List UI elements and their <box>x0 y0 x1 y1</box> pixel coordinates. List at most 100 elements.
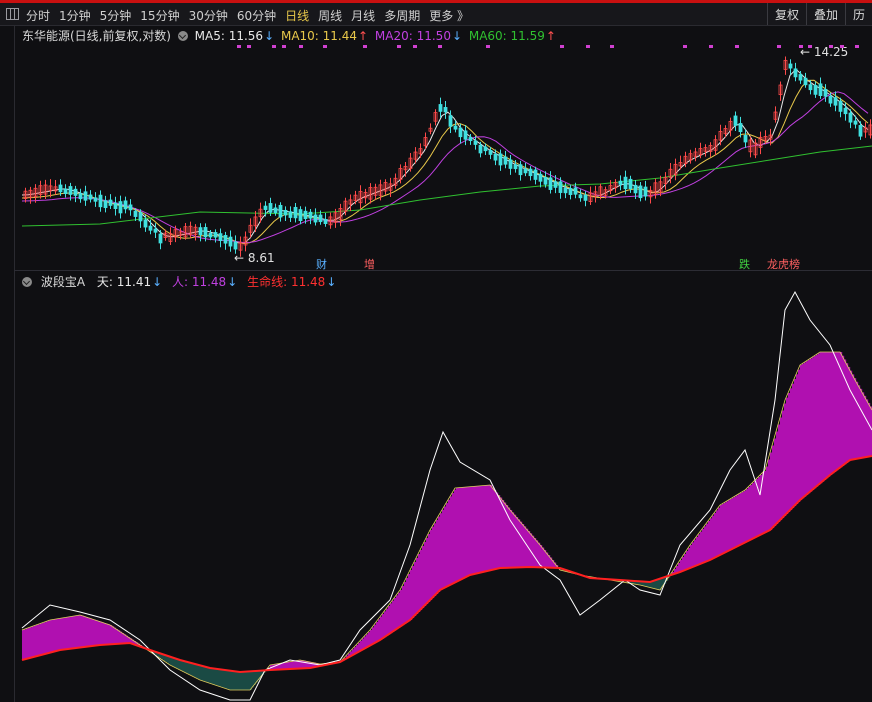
indicator-band <box>782 410 785 518</box>
candlestick-chart[interactable] <box>0 0 872 702</box>
indicator-band <box>780 417 783 520</box>
signal-dot <box>735 45 739 48</box>
indicator-band <box>290 661 293 669</box>
indicator-band <box>790 388 793 510</box>
indicator-band <box>68 617 71 649</box>
indicator-band <box>86 617 89 647</box>
indicator-band <box>410 570 413 620</box>
indicator-band <box>514 514 517 568</box>
candle-body <box>103 200 108 209</box>
indicator-band <box>228 670 231 690</box>
candle-body <box>818 83 823 97</box>
candle-body <box>528 168 533 177</box>
indicator-band <box>92 619 95 646</box>
indicator-band <box>420 550 423 610</box>
candle-body <box>68 186 73 195</box>
indicator-band <box>114 627 117 645</box>
indicator-band <box>810 358 813 492</box>
indicator-band <box>212 668 215 684</box>
signal-dot <box>486 45 490 48</box>
indicator-band <box>812 357 815 490</box>
indicator-band <box>750 485 753 540</box>
indicator-band <box>374 624 377 644</box>
signal-dot <box>683 45 687 48</box>
indicator-band <box>800 365 803 500</box>
candle-body <box>563 187 568 194</box>
indicator-band <box>830 352 833 475</box>
indicator-band <box>806 361 809 495</box>
indicator-band <box>76 615 79 648</box>
candle-body <box>488 150 493 155</box>
signal-dot <box>397 45 401 48</box>
indicator-band <box>742 491 745 544</box>
indicator-band <box>850 370 853 460</box>
indicator-band <box>450 496 453 585</box>
indicator-band <box>380 616 383 640</box>
indicator-band <box>444 506 447 588</box>
indicator-band <box>524 526 527 568</box>
indicator-band <box>860 388 863 459</box>
indicator-band <box>754 481 757 538</box>
indicator-band <box>188 662 191 674</box>
indicator-band <box>496 492 499 569</box>
candle-body <box>808 84 813 91</box>
indicator-band <box>802 363 805 499</box>
indicator-band <box>206 666 209 682</box>
indicator-band <box>494 490 497 570</box>
signal-dot <box>709 45 713 48</box>
indicator-band <box>746 489 749 542</box>
indicator-band <box>484 485 487 572</box>
signal-dot <box>560 45 564 48</box>
indicator-band <box>776 431 779 524</box>
candle-body <box>228 236 233 247</box>
indicator-band <box>398 592 401 628</box>
indicator-band <box>720 505 723 555</box>
indicator-band <box>232 670 235 690</box>
indicator-band <box>70 616 73 649</box>
candle-body <box>813 85 818 95</box>
indicator-band <box>458 487 461 581</box>
indicator-band <box>730 499 733 550</box>
candle-body <box>293 206 298 219</box>
candle-body <box>793 68 798 78</box>
indicator-band <box>292 661 295 669</box>
signal-dot <box>855 45 859 48</box>
indicator-band <box>866 399 869 458</box>
candle-body <box>263 205 268 210</box>
indicator-band <box>794 379 797 506</box>
indicator-band <box>200 665 203 680</box>
candle-body <box>268 203 273 213</box>
indicator-band <box>518 519 521 568</box>
candle-body <box>308 211 313 219</box>
indicator-band <box>414 562 417 616</box>
indicator-band <box>710 518 713 560</box>
indicator-band <box>738 494 741 546</box>
indicator-band <box>844 359 847 465</box>
indicator-band <box>476 486 479 574</box>
candle-body <box>738 123 743 133</box>
indicator-band <box>540 545 543 568</box>
indicator-band <box>736 495 739 547</box>
candle-body <box>733 115 738 126</box>
indicator-band <box>758 477 761 536</box>
indicator-band <box>436 519 439 594</box>
candle-body <box>553 181 558 188</box>
indicator-band <box>394 598 397 631</box>
indicator-band <box>708 521 711 561</box>
indicator-band <box>820 352 823 484</box>
indicator-band <box>372 627 375 645</box>
signal-dot <box>777 45 781 48</box>
indicator-band <box>658 579 661 590</box>
candle-body <box>853 120 858 125</box>
indicator-band <box>222 669 225 688</box>
indicator-band <box>446 503 449 587</box>
indicator-band <box>744 490 747 543</box>
signal-dot <box>323 45 327 48</box>
indicator-band <box>864 395 867 458</box>
candle-body <box>208 232 213 238</box>
indicator-band <box>246 671 249 690</box>
indicator-band <box>234 671 237 690</box>
indicator-band <box>846 363 849 463</box>
indicator-band <box>110 625 113 645</box>
indicator-band <box>712 515 715 559</box>
